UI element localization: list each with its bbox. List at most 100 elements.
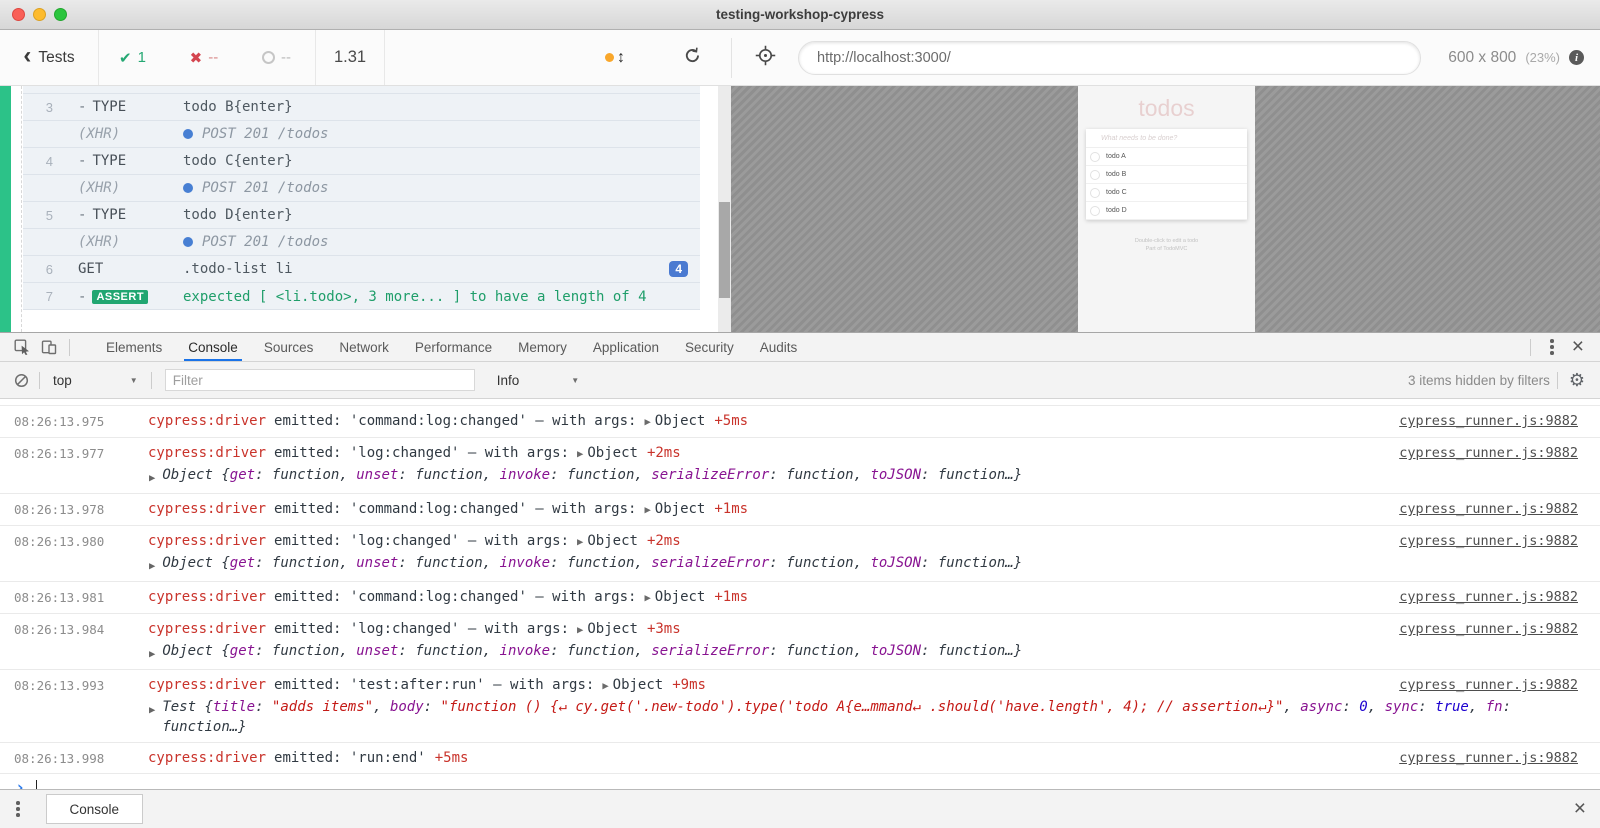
inspect-element-button[interactable] xyxy=(8,335,35,360)
command-name: -TYPE xyxy=(78,207,183,223)
devtools-tabbar: ElementsConsoleSourcesNetworkPerformance… xyxy=(0,333,1600,362)
tab-application[interactable]: Application xyxy=(580,333,672,361)
log-main-line: cypress:driveremitted: 'test:after:run' … xyxy=(148,675,1578,696)
tab-console[interactable]: Console xyxy=(175,333,251,361)
todo-label: todo D xyxy=(1106,207,1127,214)
log-time-delta: +2ms xyxy=(647,445,681,461)
object-preview: ▶Object {get: function, unset: function,… xyxy=(148,641,1578,664)
settings-gear-icon[interactable]: ⚙ xyxy=(1565,370,1589,391)
test-duration: 1.31 xyxy=(316,30,385,85)
xhr-text: POST 201 /todos xyxy=(202,180,328,196)
log-text: emitted: 'run:end' xyxy=(274,750,426,766)
restart-tests-button[interactable] xyxy=(672,30,712,85)
command-name: -ASSERT xyxy=(78,286,183,305)
tab-security[interactable]: Security xyxy=(672,333,747,361)
source-link[interactable]: cypress_runner.js:9882 xyxy=(1399,619,1578,637)
log-timestamp: 08:26:13.981 xyxy=(14,587,126,608)
expand-triangle-icon[interactable]: ▶ xyxy=(602,680,608,692)
expand-triangle-icon[interactable]: ▶ xyxy=(149,556,155,576)
console-pane: 08:26:13.975cypress:driveremitted: 'comm… xyxy=(0,399,1600,789)
log-time-delta: +5ms xyxy=(435,750,469,766)
devtools-menu-button[interactable] xyxy=(1542,334,1562,360)
source-link[interactable]: cypress_runner.js:9882 xyxy=(1399,531,1578,549)
console-prompt-row[interactable]: › xyxy=(0,774,1600,789)
url-input[interactable]: http://localhost:3000/ xyxy=(798,41,1421,75)
devtools-close-button[interactable]: × xyxy=(1566,338,1590,356)
tab-memory[interactable]: Memory xyxy=(505,333,580,361)
console-row: 08:26:13.981 cypress:driveremitted: 'comm… xyxy=(0,582,1600,614)
log-main-line: cypress:driveremitted: 'run:end'+5mscypr… xyxy=(148,748,1578,768)
source-link[interactable]: cypress_runner.js:9882 xyxy=(1399,675,1578,693)
preview-token: toJSON xyxy=(870,643,921,659)
tab-audits[interactable]: Audits xyxy=(747,333,811,361)
expand-triangle-icon[interactable]: ▶ xyxy=(149,644,155,664)
xhr-row[interactable]: (XHR)POST 201 /todos xyxy=(23,229,700,256)
log-message: cypress:driveremitted: 'command:log:chan… xyxy=(148,411,1381,432)
back-to-tests-button[interactable]: ‹ Tests xyxy=(0,30,99,85)
info-icon[interactable]: i xyxy=(1569,50,1584,65)
source-link[interactable]: cypress_runner.js:9882 xyxy=(1399,443,1578,461)
drawer-menu-button[interactable] xyxy=(8,796,28,822)
preview-content: Test {title: "adds items", body: "functi… xyxy=(162,697,1578,737)
object-label: Object xyxy=(655,413,706,429)
command-row[interactable]: 3-TYPEtodo B{enter} xyxy=(23,94,700,121)
todo-toggle-icon[interactable] xyxy=(1090,170,1100,180)
todo-toggle-icon[interactable] xyxy=(1090,152,1100,162)
app-preview-pane: todos What needs to be done? todo Atodo … xyxy=(731,86,1600,332)
preview-token: serializeError xyxy=(651,643,769,659)
log-timestamp: 08:26:13.998 xyxy=(14,748,126,768)
pending-stat: -- xyxy=(262,49,291,66)
command-row[interactable]: 5-TYPEtodo D{enter} xyxy=(23,202,700,229)
drawer-tab-console[interactable]: Console xyxy=(46,794,144,824)
scrollbar-thumb[interactable] xyxy=(719,202,730,298)
preview-token: , xyxy=(1368,699,1385,715)
log-time-delta: +1ms xyxy=(714,589,748,605)
source-link[interactable]: cypress_runner.js:9882 xyxy=(1399,411,1578,429)
expand-triangle-icon[interactable]: ▶ xyxy=(644,592,650,604)
minimize-window-button[interactable] xyxy=(33,8,46,21)
clear-console-button[interactable] xyxy=(11,370,32,391)
execution-context-select[interactable]: top ▼ xyxy=(47,373,144,388)
source-link[interactable]: cypress_runner.js:9882 xyxy=(1399,748,1578,766)
expand-triangle-icon[interactable]: ▶ xyxy=(577,624,583,636)
expand-triangle-icon[interactable]: ▶ xyxy=(644,504,650,516)
todo-toggle-icon[interactable] xyxy=(1090,188,1100,198)
expand-triangle-icon[interactable]: ▶ xyxy=(149,700,155,737)
command-row[interactable]: 4-TYPEtodo C{enter} xyxy=(23,148,700,175)
preview-token: : function, xyxy=(550,555,651,571)
xhr-row[interactable]: (XHR)POST 201 /todos xyxy=(23,175,700,202)
tab-network[interactable]: Network xyxy=(326,333,402,361)
log-time-delta: +3ms xyxy=(647,621,681,637)
log-main-line: cypress:driveremitted: 'command:log:chan… xyxy=(148,587,1578,608)
command-row[interactable]: 6GET.todo-list li4 xyxy=(23,256,700,283)
expand-triangle-icon[interactable]: ▶ xyxy=(149,468,155,488)
zoom-window-button[interactable] xyxy=(54,8,67,21)
filter-input[interactable] xyxy=(165,369,475,391)
close-window-button[interactable] xyxy=(12,8,25,21)
log-source-tag: cypress:driver xyxy=(148,677,266,693)
tab-performance[interactable]: Performance xyxy=(402,333,505,361)
expand-triangle-icon[interactable]: ▶ xyxy=(577,448,583,460)
expand-triangle-icon[interactable]: ▶ xyxy=(577,536,583,548)
tab-sources[interactable]: Sources xyxy=(251,333,327,361)
command-message: todo C{enter} xyxy=(183,153,700,169)
preview-token: : function, xyxy=(398,643,499,659)
drawer-close-button[interactable]: × xyxy=(1574,797,1586,821)
source-link[interactable]: cypress_runner.js:9882 xyxy=(1399,499,1578,517)
xhr-row[interactable]: (XHR)POST 201 /todos xyxy=(23,121,700,148)
command-name: -TYPE xyxy=(78,99,183,115)
auto-scrolling-toggle[interactable]: ↕ xyxy=(605,30,625,85)
selector-playground-button[interactable] xyxy=(744,30,786,85)
tab-elements[interactable]: Elements xyxy=(93,333,175,361)
todo-toggle-icon[interactable] xyxy=(1090,206,1100,216)
log-level-select[interactable]: Info ▼ xyxy=(491,373,585,388)
reporter-scrollbar[interactable] xyxy=(718,86,731,332)
preview-token: toJSON xyxy=(870,467,921,483)
source-link[interactable]: cypress_runner.js:9882 xyxy=(1399,587,1578,605)
preview-token: Object { xyxy=(162,643,229,659)
expand-triangle-icon[interactable]: ▶ xyxy=(644,416,650,428)
new-todo-input[interactable]: What needs to be done? xyxy=(1086,129,1247,148)
assert-row[interactable]: 7-ASSERTexpected [ <li.todo>, 3 more... … xyxy=(23,283,700,310)
log-time-delta: +2ms xyxy=(647,533,681,549)
device-toolbar-button[interactable] xyxy=(35,335,62,360)
